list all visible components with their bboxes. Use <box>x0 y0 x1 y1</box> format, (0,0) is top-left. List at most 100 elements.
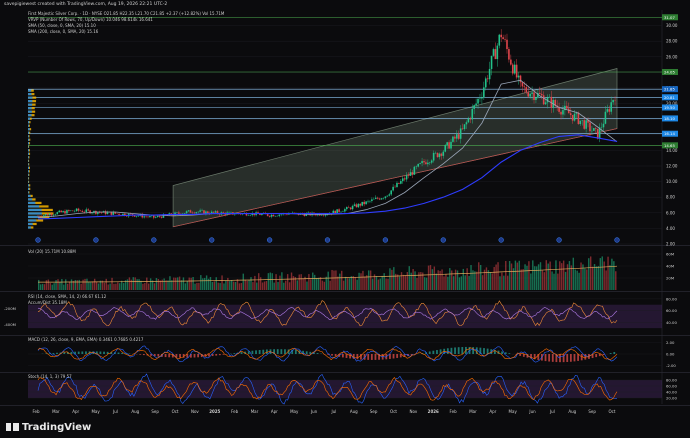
macd-histogram-bar <box>103 352 105 354</box>
rsi-ytick-label: 40.00 <box>666 320 677 325</box>
volume-profile-bar-up <box>28 100 32 102</box>
price-candle <box>460 128 462 138</box>
price-candle <box>578 113 580 124</box>
price-candle <box>51 214 53 216</box>
volume-profile-bar-up <box>28 191 29 193</box>
volume-bar <box>252 282 253 290</box>
chart-canvas[interactable]: 2.004.006.008.0010.0012.0014.0016.0018.0… <box>0 0 690 438</box>
legend-main-0: First Majestic Silver Corp. · 1D · NYSE … <box>28 11 224 16</box>
volume-bar <box>468 276 469 290</box>
volume-bar <box>69 282 70 290</box>
price-candle <box>112 212 114 215</box>
price-candle <box>387 196 389 197</box>
price-candle <box>60 211 62 212</box>
volume-bar <box>557 274 558 290</box>
legend-accum: Accum/Dist 35.18M <box>28 300 67 305</box>
volume-bar <box>300 274 301 290</box>
volume-bar <box>163 278 164 290</box>
volume-bar <box>501 273 502 290</box>
macd-histogram-bar <box>570 354 572 362</box>
volume-bar <box>480 265 481 290</box>
volume-bar <box>59 282 60 290</box>
volume-bar <box>459 277 460 290</box>
volume-bar <box>447 277 448 290</box>
x-tick-label: Feb <box>231 409 239 414</box>
volume-bar <box>52 285 53 290</box>
volume-bar <box>530 273 531 290</box>
price-candle <box>91 213 93 214</box>
price-candle <box>346 207 348 209</box>
volume-bar <box>138 279 139 290</box>
vol-ytick-label: 60M <box>666 252 674 257</box>
macd-histogram-bar <box>566 354 568 362</box>
volume-bar <box>117 282 118 290</box>
x-tick-label: Oct <box>172 409 179 414</box>
macd-histogram-bar <box>436 350 438 354</box>
price-candle <box>610 102 612 111</box>
volume-bar <box>127 279 128 290</box>
volume-bar <box>355 277 356 290</box>
volume-bar <box>167 280 168 290</box>
volume-bar <box>451 270 452 290</box>
volume-bar <box>482 275 483 290</box>
volume-bar <box>453 276 454 290</box>
volume-bar <box>376 276 377 290</box>
price-candle <box>350 208 352 210</box>
macd-ytick-label: 0.00 <box>666 352 675 357</box>
macd-histogram-bar <box>139 354 141 355</box>
volume-bar <box>281 272 282 290</box>
volume-bar <box>457 270 458 290</box>
volume-bar <box>576 271 577 290</box>
x-tick-label: May <box>509 409 518 414</box>
x-tick-label: Aug <box>568 409 576 414</box>
macd-histogram-bar <box>56 353 58 354</box>
volume-bar <box>324 282 325 290</box>
x-tick-label: Jul <box>112 409 118 414</box>
volume-bar <box>169 276 170 290</box>
volume-bar <box>152 280 153 290</box>
macd-histogram-bar <box>121 353 123 354</box>
price-candle <box>338 209 340 212</box>
macd-histogram-bar <box>241 352 243 354</box>
volume-bar <box>372 279 373 290</box>
price-candle <box>47 214 49 215</box>
macd-ytick-label: 2.00 <box>666 340 675 345</box>
price-candle <box>502 37 504 39</box>
volume-bar <box>559 261 560 290</box>
price-candle <box>404 178 406 179</box>
x-tick-label: 2026 <box>428 409 439 414</box>
price-candle <box>269 216 271 217</box>
volume-bar <box>231 280 232 290</box>
price-candle <box>371 199 373 201</box>
volume-bar <box>387 279 388 290</box>
x-tick-label: Apr <box>489 409 496 414</box>
volume-bar <box>67 284 68 290</box>
price-candle <box>448 142 450 148</box>
price-candle <box>410 172 412 176</box>
volume-bar <box>187 281 188 290</box>
volume-profile-bar-up <box>28 149 29 151</box>
price-ytick-label: 28.00 <box>666 39 678 44</box>
volume-bar <box>245 280 246 290</box>
volume-bar <box>366 275 367 290</box>
volume-bar <box>219 283 220 290</box>
price-candle <box>392 187 394 191</box>
price-candle <box>483 87 485 97</box>
volume-bar <box>353 276 354 290</box>
volume-bar <box>181 280 182 290</box>
price-candle <box>456 134 458 138</box>
volume-bar <box>430 265 431 290</box>
volume-bar <box>609 265 610 290</box>
volume-profile-bar-up <box>28 118 30 120</box>
price-candle <box>55 214 57 215</box>
macd-histogram-bar <box>78 352 80 354</box>
price-candle <box>549 97 551 98</box>
price-candle <box>497 46 499 59</box>
price-candle <box>354 204 356 206</box>
price-candle <box>527 92 529 96</box>
chart-window: savepigiewest created with TradingView.c… <box>0 0 690 438</box>
volume-bar <box>223 283 224 290</box>
volume-bar <box>225 281 226 290</box>
price-candle <box>481 97 483 98</box>
macd-histogram-bar <box>548 354 550 362</box>
